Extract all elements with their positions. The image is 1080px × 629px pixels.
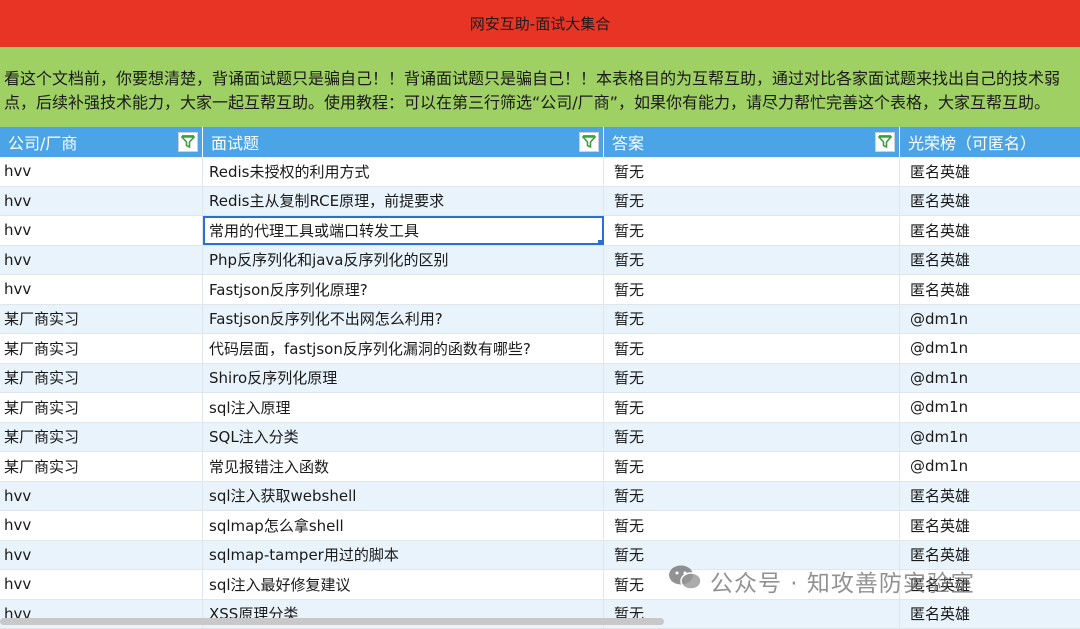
honor-cell[interactable]: 匿名英雄 [900,246,1080,275]
company-cell[interactable]: 某厂商实习 [0,393,203,422]
column-header-label: 公司/厂商 [8,130,77,154]
column-header-label: 面试题 [211,130,259,154]
table-row: hvv Redis主从复制RCE原理，前提要求 暂无 匿名英雄 [0,187,1080,217]
company-cell[interactable]: hvv [0,187,203,216]
answer-cell[interactable]: 暂无 [604,511,900,540]
question-cell[interactable]: sqlmap-tamper用过的脚本 [203,541,604,570]
table-row: 某厂商实习 Fastjson反序列化不出网怎么利用? 暂无 @dm1n [0,305,1080,335]
honor-cell[interactable]: 匿名英雄 [900,482,1080,511]
horizontal-scrollbar[interactable] [0,618,664,625]
honor-cell[interactable]: @dm1n [900,452,1080,481]
company-cell[interactable]: 某厂商实习 [0,334,203,363]
table-row: 某厂商实习 代码层面，fastjson反序列化漏洞的函数有哪些? 暂无 @dm1… [0,334,1080,364]
answer-cell[interactable]: 暂无 [604,452,900,481]
company-cell[interactable]: 某厂商实习 [0,452,203,481]
table-row: 某厂商实习 sql注入原理 暂无 @dm1n [0,393,1080,423]
company-cell[interactable]: hvv [0,246,203,275]
company-cell[interactable]: hvv [0,570,203,599]
column-header-question[interactable]: 面试题 [203,127,604,157]
notice-banner: 看这个文档前，你要想清楚，背诵面试题只是骗自己！！背诵面试题只是骗自己！！本表格… [0,47,1080,127]
table-header-row: 公司/厂商 面试题 答案 光荣榜（可匿名） [0,127,1080,157]
honor-cell[interactable]: 匿名英雄 [900,216,1080,245]
filter-icon[interactable] [178,132,198,152]
table-row: 某厂商实习 Shiro反序列化原理 暂无 @dm1n [0,364,1080,394]
question-cell[interactable]: Fastjson反序列化不出网怎么利用? [203,305,604,334]
honor-cell[interactable]: 匿名英雄 [900,187,1080,216]
question-cell[interactable]: Fastjson反序列化原理? [203,275,604,304]
table-row: hvv 常用的代理工具或端口转发工具 暂无 匿名英雄 [0,216,1080,246]
company-cell[interactable]: hvv [0,541,203,570]
honor-cell[interactable]: @dm1n [900,393,1080,422]
company-cell[interactable]: hvv [0,157,203,186]
honor-cell[interactable]: 匿名英雄 [900,157,1080,186]
honor-cell[interactable]: 匿名英雄 [900,275,1080,304]
question-cell[interactable]: sql注入原理 [203,393,604,422]
company-cell[interactable]: hvv [0,511,203,540]
filter-icon[interactable] [579,132,599,152]
honor-cell[interactable]: 匿名英雄 [900,511,1080,540]
table-body: hvv Redis未授权的利用方式 暂无 匿名英雄 hvv Redis主从复制R… [0,157,1080,629]
question-cell[interactable]: Redis未授权的利用方式 [203,157,604,186]
table-row: hvv Fastjson反序列化原理? 暂无 匿名英雄 [0,275,1080,305]
answer-cell[interactable]: 暂无 [604,187,900,216]
question-cell[interactable]: Php反序列化和java反序列化的区别 [203,246,604,275]
company-cell[interactable]: 某厂商实习 [0,423,203,452]
question-cell[interactable]: 常见报错注入函数 [203,452,604,481]
table-row: 某厂商实习 常见报错注入函数 暂无 @dm1n [0,452,1080,482]
question-cell[interactable]: Redis主从复制RCE原理，前提要求 [203,187,604,216]
table-row: hvv sqlmap怎么拿shell 暂无 匿名英雄 [0,511,1080,541]
column-header-honor-roll[interactable]: 光荣榜（可匿名） [900,127,1080,157]
sheet-title-bar: 网安互助-面试大集合 [0,0,1080,47]
table-row: hvv Redis未授权的利用方式 暂无 匿名英雄 [0,157,1080,187]
table-row: 某厂商实习 SQL注入分类 暂无 @dm1n [0,423,1080,453]
company-cell[interactable]: hvv [0,216,203,245]
honor-cell[interactable]: @dm1n [900,334,1080,363]
wechat-icon [668,564,702,598]
answer-cell[interactable]: 暂无 [604,305,900,334]
answer-cell[interactable]: 暂无 [604,393,900,422]
question-cell-text: 常用的代理工具或端口转发工具 [209,220,419,241]
honor-cell[interactable]: 匿名英雄 [900,600,1080,629]
company-cell[interactable]: hvv [0,275,203,304]
table-row: hvv Php反序列化和java反序列化的区别 暂无 匿名英雄 [0,246,1080,276]
answer-cell[interactable]: 暂无 [604,216,900,245]
question-cell-selected[interactable]: 常用的代理工具或端口转发工具 [203,216,604,245]
answer-cell[interactable]: 暂无 [604,275,900,304]
company-cell[interactable]: hvv [0,482,203,511]
question-cell[interactable]: sql注入最好修复建议 [203,570,604,599]
answer-cell[interactable]: 暂无 [604,334,900,363]
answer-cell[interactable]: 暂无 [604,157,900,186]
sheet-title: 网安互助-面试大集合 [470,13,610,34]
question-cell[interactable]: 代码层面，fastjson反序列化漏洞的函数有哪些? [203,334,604,363]
question-cell[interactable]: sql注入获取webshell [203,482,604,511]
column-header-company[interactable]: 公司/厂商 [0,127,203,157]
company-cell[interactable]: 某厂商实习 [0,364,203,393]
filter-icon[interactable] [875,132,895,152]
column-header-answer[interactable]: 答案 [604,127,900,157]
honor-cell[interactable]: @dm1n [900,364,1080,393]
notice-line-2: 点，后续补强技术能力，大家一起互帮互助。使用教程：可以在第三行筛选“公司/厂商”… [4,91,1080,115]
question-cell[interactable]: Shiro反序列化原理 [203,364,604,393]
answer-cell[interactable]: 暂无 [604,246,900,275]
question-cell[interactable]: SQL注入分类 [203,423,604,452]
question-cell[interactable]: sqlmap怎么拿shell [203,511,604,540]
table-row: hvv sql注入获取webshell 暂无 匿名英雄 [0,482,1080,512]
column-header-label: 答案 [612,130,644,154]
watermark-text: 公众号 · 知攻善防实验室 [710,564,975,598]
wechat-watermark: 公众号 · 知攻善防实验室 [668,562,975,600]
company-cell[interactable]: 某厂商实习 [0,305,203,334]
notice-line-1: 看这个文档前，你要想清楚，背诵面试题只是骗自己！！背诵面试题只是骗自己！！本表格… [4,67,1080,91]
answer-cell[interactable]: 暂无 [604,482,900,511]
honor-cell[interactable]: @dm1n [900,305,1080,334]
honor-cell[interactable]: @dm1n [900,423,1080,452]
answer-cell[interactable]: 暂无 [604,423,900,452]
column-header-label: 光荣榜（可匿名） [908,130,1036,154]
answer-cell[interactable]: 暂无 [604,364,900,393]
